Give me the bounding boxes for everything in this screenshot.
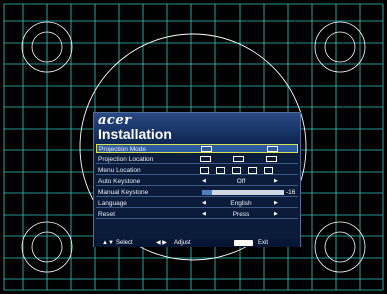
menu-item-value: Off: [236, 178, 246, 185]
pattern-circle: [324, 231, 356, 263]
menu-item-menu-location[interactable]: Menu Location: [96, 166, 298, 175]
menu-item-label: Projection Mode: [99, 146, 146, 153]
footer-adjust-label: Adjust: [174, 240, 191, 246]
osd-menu-panel: acer Installation Projection Mode Project…: [93, 112, 301, 247]
front-desk-icon[interactable]: [233, 156, 244, 162]
menu-item-label: Projection Location: [98, 156, 154, 163]
left-right-arrows-icon: ◀ ▶: [156, 240, 167, 246]
menu-center-icon[interactable]: [232, 167, 241, 174]
up-down-arrows-icon: ▲▼: [102, 240, 114, 246]
menu-bottomright-icon[interactable]: [264, 167, 273, 174]
manual-keystone-slider[interactable]: [202, 190, 284, 195]
menu-item-value: Press: [232, 211, 250, 218]
menu-item-projection-mode[interactable]: Projection Mode: [96, 144, 298, 153]
osd-footer: ▲▼ Select ◀ ▶ Adjust MENU Exit: [94, 239, 300, 247]
menu-item-label: Reset: [98, 211, 115, 218]
menu-item-label: Language: [98, 200, 127, 207]
menu-item-reset[interactable]: Reset ◀ Press ▶: [96, 210, 298, 219]
pattern-circle: [314, 221, 366, 273]
projection-mode-rear-icon[interactable]: [267, 146, 278, 152]
menu-item-label: Manual Keystone: [98, 189, 149, 196]
footer-select-label: Select: [116, 240, 133, 246]
pattern-circle: [324, 31, 356, 63]
menu-topright-icon[interactable]: [216, 167, 225, 174]
osd-header: acer Installation: [94, 113, 300, 144]
menu-key-icon: MENU: [234, 240, 253, 246]
arrow-right-icon[interactable]: ▶: [274, 199, 278, 208]
projection-mode-front-icon[interactable]: [201, 146, 212, 152]
ceiling-icon[interactable]: [266, 156, 277, 162]
menu-topleft-icon[interactable]: [200, 167, 209, 174]
menu-bottomleft-icon[interactable]: [248, 167, 257, 174]
menu-item-label: Menu Location: [98, 167, 141, 174]
slider-value: -16: [286, 189, 296, 196]
menu-item-label: Auto Keystone: [98, 178, 141, 185]
menu-item-manual-keystone[interactable]: Manual Keystone -16: [96, 188, 298, 197]
menu-title: Installation: [98, 126, 172, 142]
arrow-right-icon[interactable]: ▶: [274, 177, 278, 186]
pattern-circle: [314, 21, 366, 73]
menu-item-auto-keystone[interactable]: Auto Keystone ◀ Off ▶: [96, 177, 298, 186]
slider-fill: [202, 190, 212, 195]
arrow-right-icon[interactable]: ▶: [274, 210, 278, 219]
auto-location-icon[interactable]: [200, 156, 211, 162]
menu-item-value: English: [230, 200, 252, 207]
menu-item-language[interactable]: Language ◀ English ▶: [96, 199, 298, 208]
menu-item-projection-location[interactable]: Projection Location: [96, 155, 298, 164]
footer-exit-label: Exit: [258, 240, 269, 246]
